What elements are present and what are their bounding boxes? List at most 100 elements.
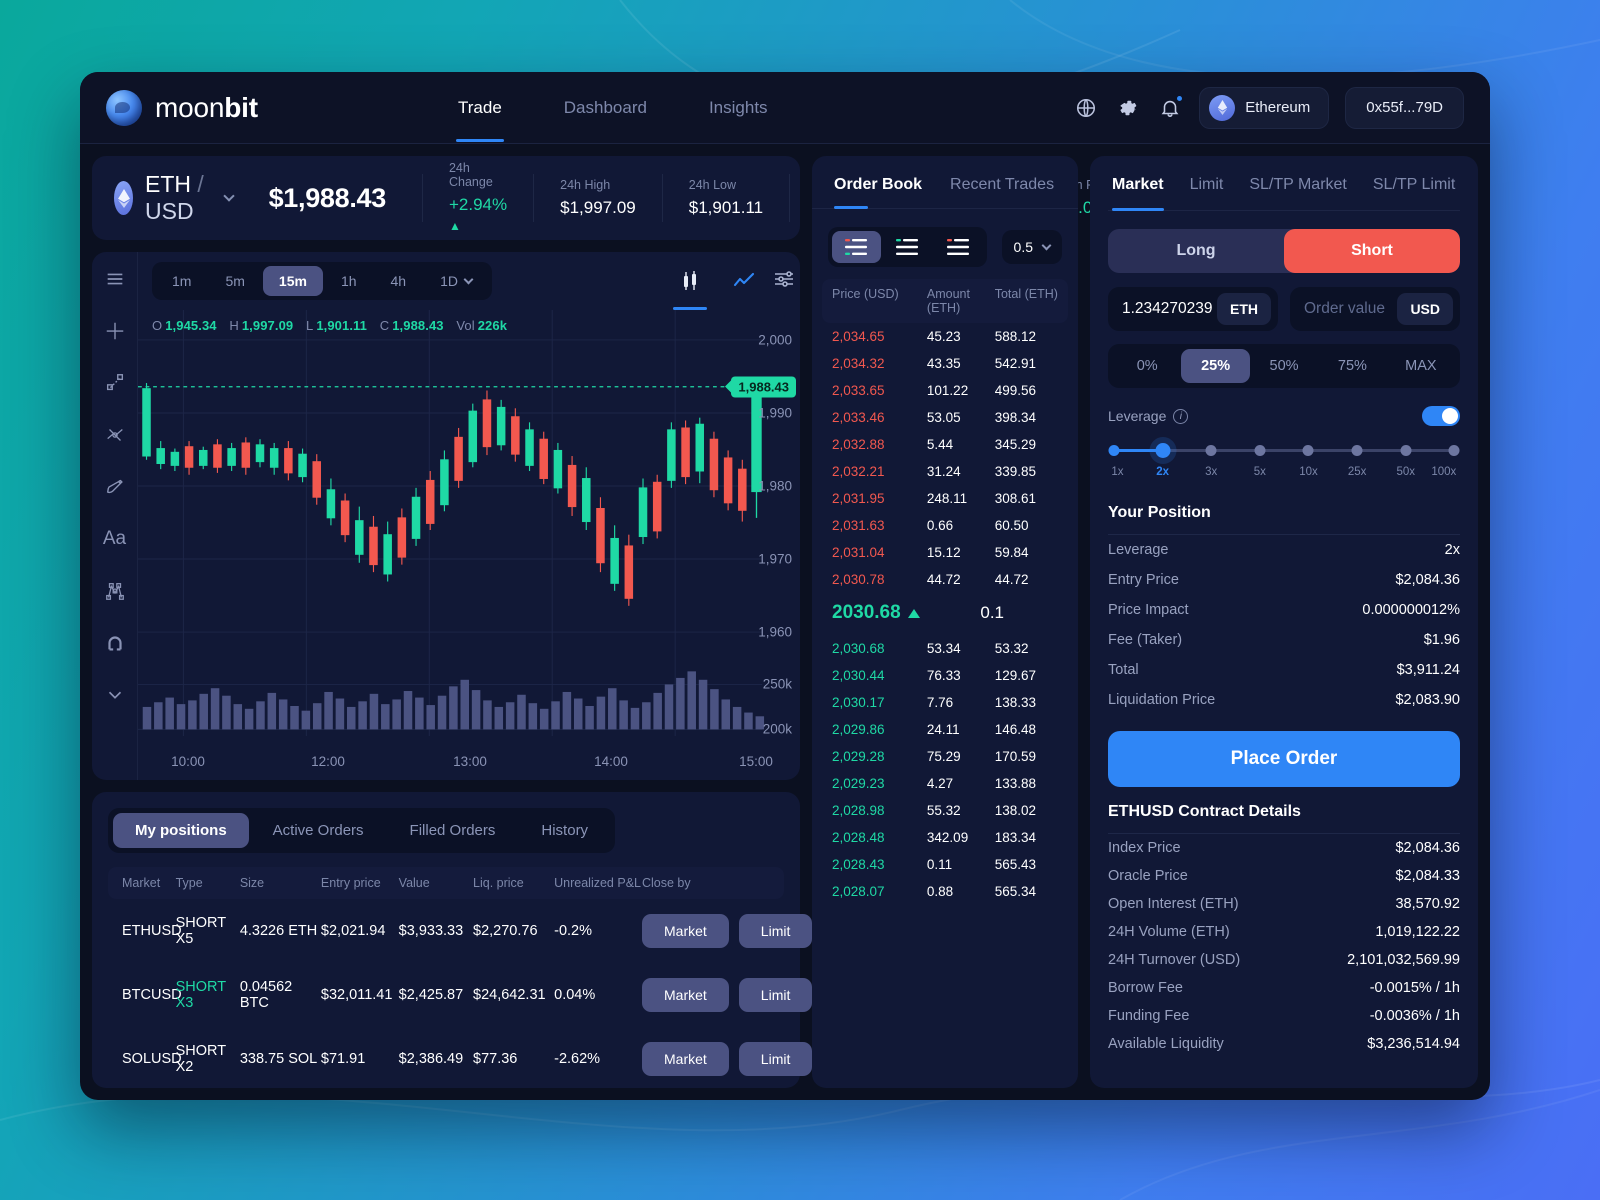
percent-75[interactable]: 75% bbox=[1318, 349, 1386, 383]
tab-sltp-limit[interactable]: SL/TP Limit bbox=[1373, 176, 1455, 210]
ask-row[interactable]: 2,030.78 44.72 44.72 bbox=[812, 566, 1078, 593]
timeframe-4h[interactable]: 4h bbox=[375, 266, 423, 296]
bid-row[interactable]: 2,029.23 4.27 133.88 bbox=[812, 770, 1078, 797]
close-limit-button[interactable]: Limit bbox=[738, 914, 813, 948]
bid-row[interactable]: 2,028.48 342.09 183.34 bbox=[812, 824, 1078, 851]
kv-entry-price: Entry Price $2,084.36 bbox=[1108, 565, 1460, 595]
network-selector-ethereum[interactable]: Ethereum bbox=[1199, 86, 1330, 129]
timeframe-5m[interactable]: 5m bbox=[209, 266, 260, 296]
candlestick-chart-icon[interactable] bbox=[673, 262, 707, 310]
brush-icon[interactable] bbox=[102, 474, 128, 500]
bid-row[interactable]: 2,028.07 0.88 565.34 bbox=[812, 878, 1078, 905]
ask-row[interactable]: 2,031.04 15.12 59.84 bbox=[812, 539, 1078, 566]
order-book-grouping-select[interactable]: 0.5 bbox=[1001, 230, 1062, 264]
place-order-button[interactable]: Place Order bbox=[1108, 731, 1460, 787]
percent-50[interactable]: 50% bbox=[1250, 349, 1318, 383]
amount-input[interactable] bbox=[1122, 300, 1217, 318]
bid-row[interactable]: 2,028.98 55.32 138.02 bbox=[812, 797, 1078, 824]
brand-logo[interactable]: moonbit bbox=[106, 89, 416, 126]
long-button[interactable]: Long bbox=[1108, 229, 1284, 273]
kv-value: -0.0036% / 1h bbox=[1369, 1008, 1460, 1024]
tab-sltp-market[interactable]: SL/TP Market bbox=[1249, 176, 1347, 210]
crosshair-icon[interactable] bbox=[102, 318, 128, 344]
chevron-down-icon[interactable] bbox=[222, 190, 235, 202]
ask-row[interactable]: 2,034.65 45.23 588.12 bbox=[812, 323, 1078, 350]
table-row[interactable]: ETHUSD SHORT X5 4.3226 ETH $2,021.94 $3,… bbox=[108, 899, 813, 963]
close-limit-button[interactable]: Limit bbox=[738, 978, 813, 1012]
tab-recent-trades[interactable]: Recent Trades bbox=[950, 176, 1054, 208]
slider-node-2x[interactable] bbox=[1155, 443, 1171, 458]
globe-icon[interactable] bbox=[1073, 95, 1099, 121]
leverage-slider[interactable] bbox=[1108, 443, 1460, 458]
tab-market[interactable]: Market bbox=[1112, 176, 1164, 211]
percent-0[interactable]: 0% bbox=[1113, 349, 1181, 383]
bid-row[interactable]: 2,029.86 24.11 146.48 bbox=[812, 716, 1078, 743]
slider-node-50x[interactable] bbox=[1400, 445, 1412, 456]
slider-node-100x[interactable] bbox=[1448, 445, 1460, 456]
timeframe-1d[interactable]: 1D bbox=[424, 266, 488, 296]
bid-row[interactable]: 2,030.44 76.33 129.67 bbox=[812, 662, 1078, 689]
ask-row[interactable]: 2,033.65 101.22 499.56 bbox=[812, 377, 1078, 404]
slider-node-1x[interactable] bbox=[1108, 445, 1120, 456]
ask-row[interactable]: 2,031.95 248.11 308.61 bbox=[812, 485, 1078, 512]
timeframe-1h[interactable]: 1h bbox=[325, 266, 373, 296]
timeframe-1m[interactable]: 1m bbox=[156, 266, 207, 296]
order-value-input[interactable] bbox=[1304, 300, 1398, 318]
bid-row[interactable]: 2,030.17 7.76 138.33 bbox=[812, 689, 1078, 716]
bid-row[interactable]: 2,030.68 53.34 53.32 bbox=[812, 635, 1078, 662]
slider-node-25x[interactable] bbox=[1351, 445, 1363, 456]
slider-node-3x[interactable] bbox=[1205, 445, 1217, 456]
close-market-button[interactable]: Market bbox=[642, 914, 729, 948]
slider-node-10x[interactable] bbox=[1302, 445, 1314, 456]
bid-row[interactable]: 2,028.43 0.11 565.43 bbox=[812, 851, 1078, 878]
text-icon[interactable]: Aa bbox=[102, 526, 128, 552]
close-market-button[interactable]: Market bbox=[642, 978, 729, 1012]
view-bids-icon[interactable] bbox=[883, 231, 932, 263]
nav-link-insights[interactable]: Insights bbox=[707, 74, 770, 142]
cell-type: SHORT X3 bbox=[175, 979, 226, 1011]
tab-history[interactable]: History bbox=[519, 813, 610, 848]
nav-link-trade[interactable]: Trade bbox=[456, 74, 504, 142]
price-chart-plot[interactable]: O 1,945.34 H 1,997.09 L 1,901.11 C 1,988.43 … bbox=[138, 310, 800, 750]
amount-unit-eth[interactable]: ETH bbox=[1217, 293, 1271, 325]
slider-node-5x[interactable] bbox=[1254, 445, 1266, 456]
gear-icon[interactable] bbox=[1115, 95, 1141, 121]
percent-25[interactable]: 25% bbox=[1181, 349, 1250, 383]
pattern-icon[interactable] bbox=[102, 578, 128, 604]
trendline-icon[interactable] bbox=[102, 370, 128, 396]
order-value-unit-usd[interactable]: USD bbox=[1397, 293, 1453, 325]
ask-row[interactable]: 2,034.32 43.35 542.91 bbox=[812, 350, 1078, 377]
ask-row[interactable]: 2,032.88 5.44 345.29 bbox=[812, 431, 1078, 458]
tab-limit[interactable]: Limit bbox=[1190, 176, 1224, 210]
chevron-down-icon[interactable] bbox=[102, 682, 128, 708]
percent-max[interactable]: MAX bbox=[1387, 349, 1455, 383]
leverage-toggle[interactable] bbox=[1422, 406, 1460, 426]
view-asks-icon[interactable] bbox=[934, 231, 983, 263]
chart-settings-icon[interactable] bbox=[772, 267, 796, 296]
ask-row[interactable]: 2,032.21 31.24 339.85 bbox=[812, 458, 1078, 485]
close-market-button[interactable]: Market bbox=[642, 1042, 729, 1076]
nav-link-dashboard[interactable]: Dashboard bbox=[562, 74, 649, 142]
view-both-icon[interactable] bbox=[832, 231, 881, 263]
bell-icon[interactable] bbox=[1157, 93, 1185, 121]
tab-order-book[interactable]: Order Book bbox=[834, 176, 922, 209]
wallet-address-button[interactable]: 0x55f...79D bbox=[1345, 86, 1464, 129]
table-row[interactable]: SOLUSD SHORT X2 338.75 SOL $71.91 $2,386… bbox=[108, 1027, 813, 1091]
timeframe-15m[interactable]: 15m bbox=[262, 266, 323, 296]
table-row[interactable]: AVAXUSD LONG X2 452.68 AVAX $21.07 $1,56… bbox=[108, 1091, 784, 1100]
magnet-icon[interactable] bbox=[102, 630, 128, 656]
ask-row[interactable]: 2,033.46 53.05 398.34 bbox=[812, 404, 1078, 431]
tab-my-positions[interactable]: My positions bbox=[113, 813, 249, 848]
hamburger-icon[interactable] bbox=[102, 266, 128, 292]
market-pair-selector[interactable]: ETH / USD bbox=[114, 171, 259, 225]
fork-icon[interactable] bbox=[102, 422, 128, 448]
tab-active-orders[interactable]: Active Orders bbox=[251, 813, 386, 848]
table-row[interactable]: BTCUSD SHORT X3 0.04562 BTC $32,011.41 $… bbox=[108, 963, 813, 1027]
line-chart-icon[interactable] bbox=[730, 262, 758, 300]
info-icon[interactable]: i bbox=[1173, 408, 1189, 424]
bid-row[interactable]: 2,029.28 75.29 170.59 bbox=[812, 743, 1078, 770]
close-limit-button[interactable]: Limit bbox=[738, 1042, 813, 1076]
tab-filled-orders[interactable]: Filled Orders bbox=[388, 813, 518, 848]
short-button[interactable]: Short bbox=[1284, 229, 1460, 273]
ask-row[interactable]: 2,031.63 0.66 60.50 bbox=[812, 512, 1078, 539]
